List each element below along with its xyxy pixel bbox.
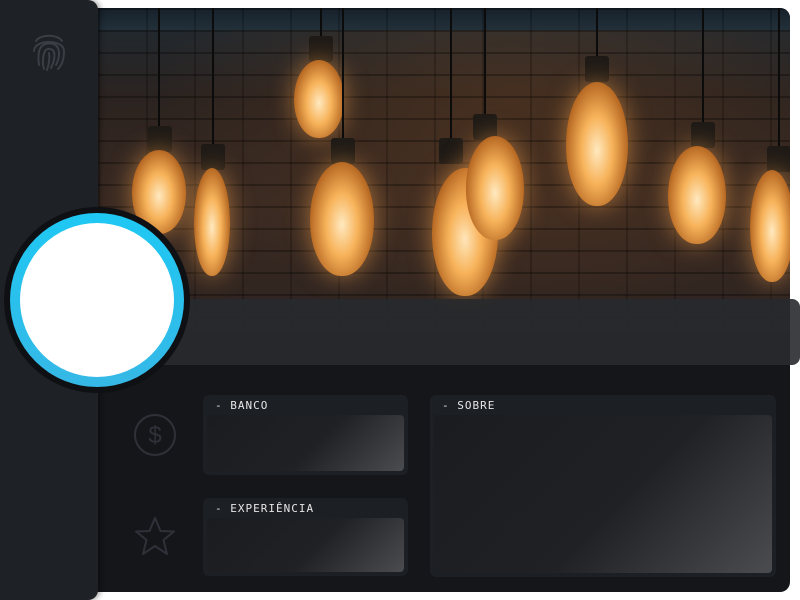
avatar[interactable] — [20, 223, 174, 377]
profile-header-bar — [98, 299, 800, 365]
sobre-card-title: - SOBRE — [442, 399, 496, 412]
banco-card[interactable]: - BANCO — [203, 395, 408, 475]
banco-card-title: - BANCO — [215, 399, 269, 412]
sobre-card[interactable]: - SOBRE — [430, 395, 776, 577]
dollar-icon: $ — [134, 414, 176, 456]
experiencia-card-title: - EXPERIÊNCIA — [215, 502, 315, 515]
experiencia-card[interactable]: - EXPERIÊNCIA — [203, 498, 408, 576]
banco-card-body — [207, 415, 404, 471]
experiencia-card-body — [207, 518, 404, 572]
fingerprint-icon[interactable] — [30, 29, 68, 73]
star-icon — [135, 517, 175, 555]
svg-text:$: $ — [148, 422, 161, 449]
sobre-card-body — [434, 415, 772, 573]
